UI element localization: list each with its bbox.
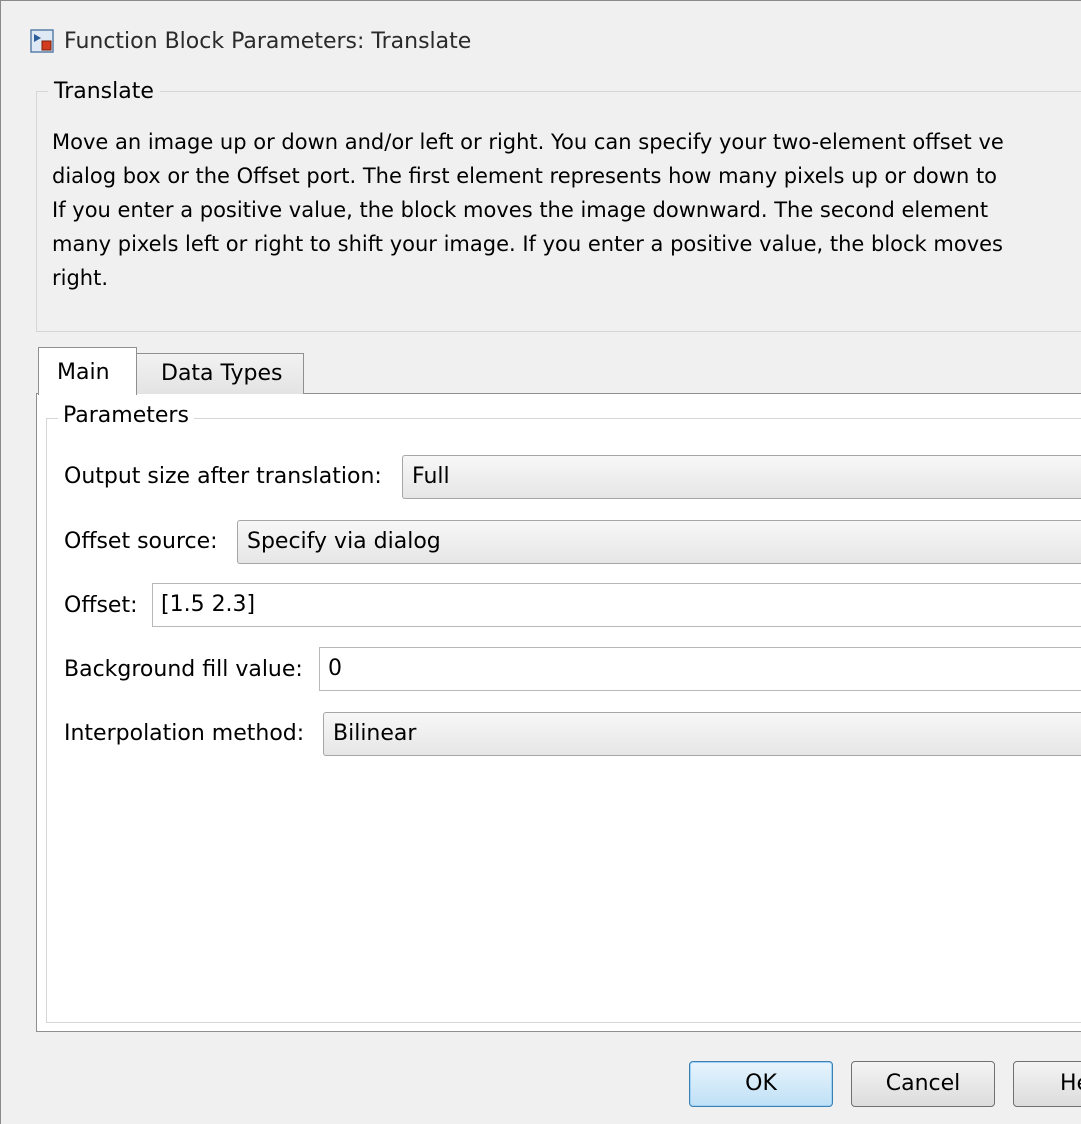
window-title: Function Block Parameters: Translate xyxy=(64,29,472,54)
help-button[interactable]: He xyxy=(1013,1061,1081,1107)
ok-button[interactable]: OK xyxy=(689,1061,833,1107)
title-bar[interactable]: Function Block Parameters: Translate xyxy=(1,1,1081,79)
description-line: If you enter a positive value, the block… xyxy=(52,198,989,222)
tab-data-types[interactable]: Data Types xyxy=(136,353,304,394)
background-fill-label: Background fill value: xyxy=(64,657,303,682)
cancel-button[interactable]: Cancel xyxy=(851,1061,995,1107)
parameters-group-title: Parameters xyxy=(58,403,194,428)
simulink-block-icon xyxy=(30,29,54,53)
interpolation-method-select[interactable]: Bilinear xyxy=(323,712,1081,756)
output-size-select[interactable]: Full xyxy=(402,455,1081,499)
offset-input[interactable]: [1.5 2.3] xyxy=(152,583,1081,627)
background-fill-input[interactable]: 0 xyxy=(319,647,1081,691)
offset-source-select[interactable]: Specify via dialog xyxy=(237,520,1081,564)
tab-main[interactable]: Main xyxy=(38,347,137,395)
description-line: right. xyxy=(52,266,109,290)
description-group-title: Translate xyxy=(48,79,160,104)
description-line: many pixels left or right to shift your … xyxy=(52,232,1003,256)
offset-source-label: Offset source: xyxy=(64,529,218,554)
dialog-window: Function Block Parameters: Translate Tra… xyxy=(0,0,1081,1124)
description-line: dialog box or the Offset port. The first… xyxy=(52,164,998,188)
output-size-label: Output size after translation: xyxy=(64,464,382,489)
offset-label: Offset: xyxy=(64,593,138,618)
block-description: Move an image up or down and/or left or … xyxy=(52,125,1081,295)
interpolation-method-label: Interpolation method: xyxy=(64,721,305,746)
description-line: Move an image up or down and/or left or … xyxy=(52,130,1004,154)
